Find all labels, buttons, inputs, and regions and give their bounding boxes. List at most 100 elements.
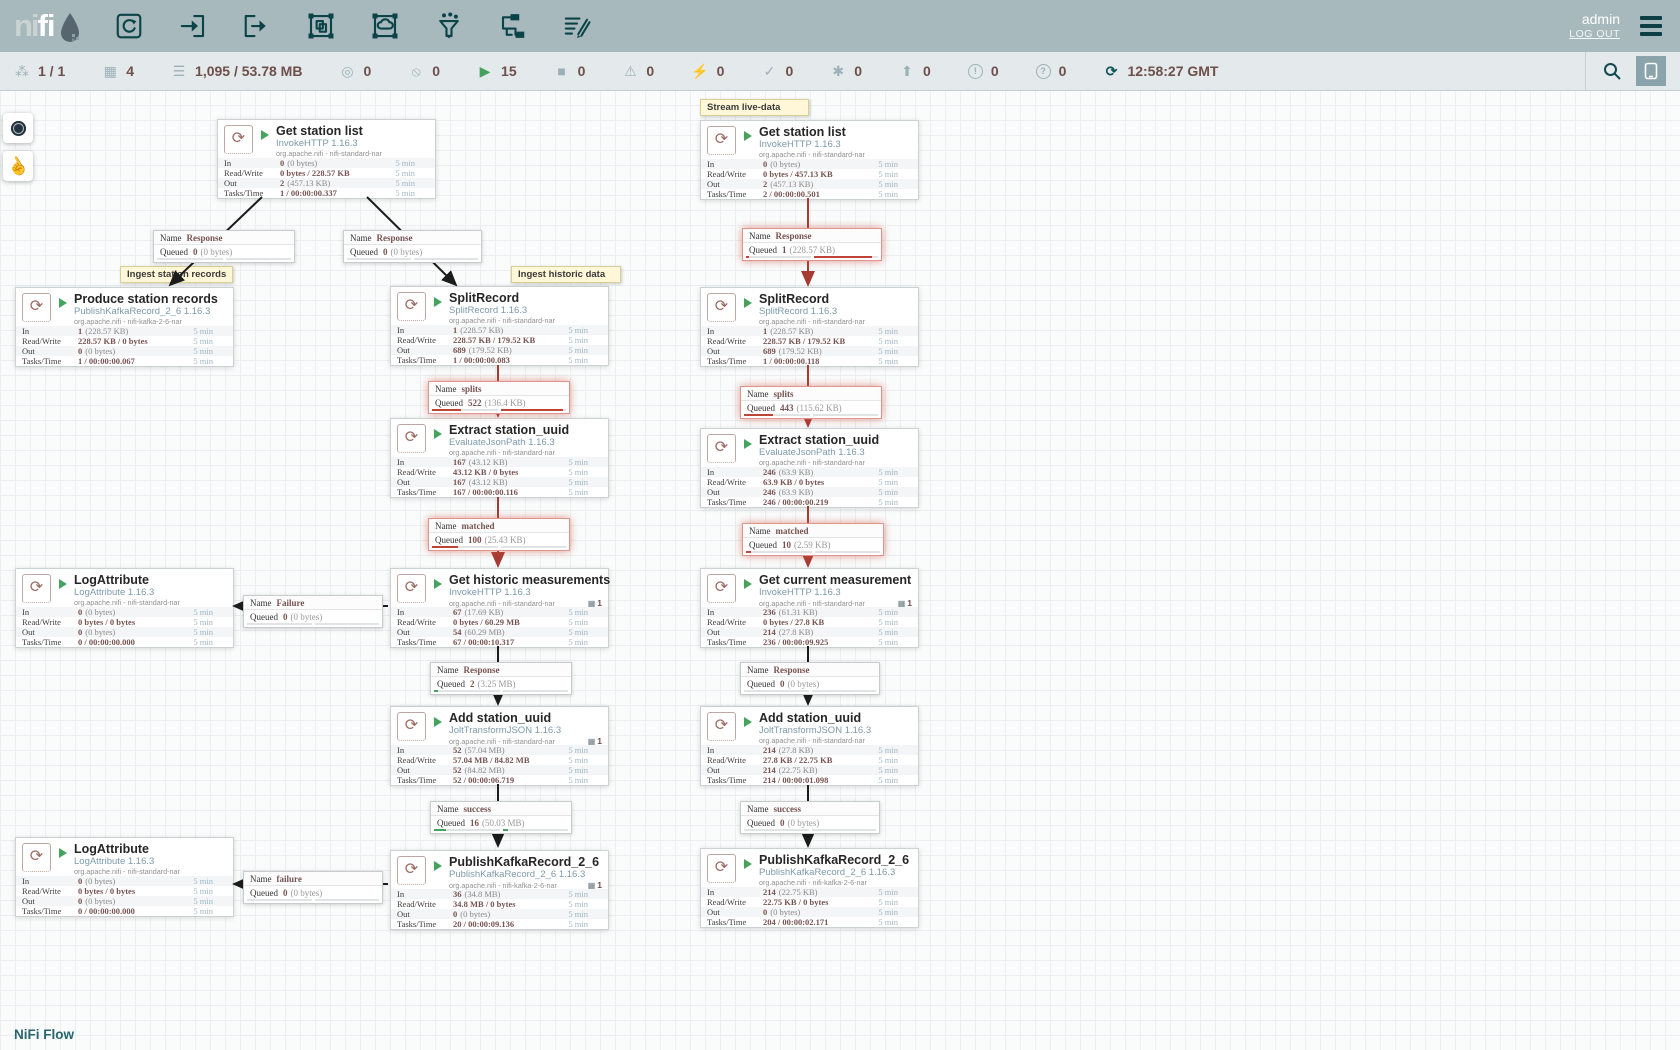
status-item-value: 1,095 / 53.78 MB [195,63,302,79]
connection-queued-size: (0 bytes) [291,888,323,898]
droplet-icon [58,12,82,44]
stale-icon: ⬆ [899,63,915,79]
connection-queued-count: 0 [283,888,288,898]
remote-process-group-icon[interactable] [368,9,402,43]
connection-label[interactable]: NameResponse Queued0(0 bytes) [343,230,482,263]
status-item: ◎ 0 [339,63,371,79]
search-icon[interactable] [1602,61,1622,81]
connection-queued-key: Queued [160,247,188,257]
flow-canvas[interactable]: Ingest station recordsIngest historic da… [0,90,1680,1050]
logout-link[interactable]: LOG OUT [1569,28,1620,42]
connection-label[interactable]: NameResponse Queued1(228.57 KB) [742,228,882,261]
status-item-value: 0 [854,63,862,79]
connection-label[interactable]: Namesuccess Queued16(50.03 MB) [430,801,572,834]
label-icon[interactable] [560,9,594,43]
status-item: ⬆ 0 [899,63,931,79]
connection-label[interactable]: NameResponse Queued0(0 bytes) [740,662,880,695]
connection-label[interactable]: Namematched Queued100(25.43 KB) [428,518,570,551]
connection-queued-key: Queued [435,398,463,408]
status-item-value: 0 [1059,63,1067,79]
status-item: ⟳ 12:58:27 GMT [1103,63,1218,79]
connection-label[interactable]: Namesplits Queued522(136.4 KB) [428,381,570,414]
breadcrumb[interactable]: NiFi Flow [14,1027,74,1042]
status-item-value: 0 [578,63,586,79]
connection-labels-layer: NameResponse Queued0(0 bytes) NameRespon… [0,90,1680,1050]
connection-queued-count: 0 [780,679,785,689]
backpressure-bars [743,551,883,555]
connection-name-value: Response [774,665,810,675]
running-icon: ▶ [477,63,493,79]
status-item: ▦ 4 [102,63,134,79]
status-item: ⁂ 1 / 1 [14,63,65,79]
backpressure-bars [244,899,382,903]
connection-queued-count: 1 [782,245,787,255]
connection-name-value: splits [774,389,794,399]
input-port-icon[interactable] [176,9,210,43]
connection-queued-key: Queued [747,818,775,828]
disabled-icon: ⚡ [691,63,708,79]
processor-icon[interactable] [112,9,146,43]
status-item: ▶ 15 [477,63,517,79]
connection-name-key: Name [350,233,372,243]
locally-modified-and-stale-icon: ! [968,64,983,79]
connection-name-key: Name [747,389,769,399]
navigate-palette-button[interactable] [3,113,33,143]
connection-queued-size: (0 bytes) [201,247,233,257]
connection-label[interactable]: Namematched Queued10(2.59 KB) [742,523,884,556]
connection-queued-size: (228.57 KB) [790,245,836,255]
status-item: ⚡ 0 [691,63,724,79]
connection-queued-key: Queued [350,247,378,257]
connection-name-value: Response [776,231,812,241]
backpressure-bars [741,690,879,694]
status-item-value: 15 [501,63,517,79]
hand-pointer-icon: ☝ [5,153,32,178]
connection-queued-size: (25.43 KB) [485,535,526,545]
connection-queued-size: (0 bytes) [788,679,820,689]
status-item-value: 0 [363,63,371,79]
connection-name-key: Name [160,233,182,243]
connection-label[interactable]: Namesplits Queued443(115.62 KB) [740,386,882,419]
connection-name-value: Response [187,233,223,243]
connection-label[interactable]: NameResponse Queued0(0 bytes) [153,230,295,263]
app-header: nifi [0,0,1680,52]
connection-name-key: Name [435,384,457,394]
backpressure-bars [429,409,569,413]
status-item: ☰ 1,095 / 53.78 MB [171,63,302,79]
settings-panel-icon[interactable] [1636,56,1666,86]
connection-label[interactable]: Namesuccess Queued0(0 bytes) [740,801,880,834]
status-item-value: 4 [126,63,134,79]
connection-queued-size: (115.62 KB) [797,403,842,413]
connection-name-key: Name [437,804,459,814]
connection-queued-count: 443 [780,403,794,413]
connection-queued-size: (0 bytes) [788,818,820,828]
status-item-value: 0 [923,63,931,79]
connection-label[interactable]: NameFailure Queued0(0 bytes) [243,595,383,628]
logo-text-fi: fi [38,6,55,46]
logo-text-ni: ni [14,6,38,46]
connection-name-value: splits [462,384,482,394]
process-group-icon[interactable] [304,9,338,43]
connection-name-value: Response [464,665,500,675]
connection-label[interactable]: Namefailure Queued0(0 bytes) [243,871,383,904]
backpressure-bars [344,258,481,262]
backpressure-bars [743,256,881,260]
connection-queued-count: 16 [470,818,479,828]
connection-name-key: Name [250,874,272,884]
nifi-app: nifi [0,0,1680,1050]
operate-palette-button[interactable]: ☝ [3,151,33,181]
global-menu-icon[interactable] [1636,12,1666,40]
funnel-icon[interactable] [432,9,466,43]
template-icon[interactable] [496,9,530,43]
output-port-icon[interactable] [240,9,274,43]
connection-label[interactable]: NameResponse Queued2(3.25 MB) [430,662,572,695]
status-item-value: 0 [432,63,440,79]
invalid-icon: ⚠ [622,63,638,79]
connection-queued-key: Queued [435,535,463,545]
status-item: ■ 0 [554,63,586,79]
backpressure-bars [429,546,569,550]
connection-queued-key: Queued [749,540,777,550]
connection-name-value: success [774,804,802,814]
connection-name-value: success [464,804,492,814]
connection-name-key: Name [749,526,771,536]
connection-queued-key: Queued [437,818,465,828]
